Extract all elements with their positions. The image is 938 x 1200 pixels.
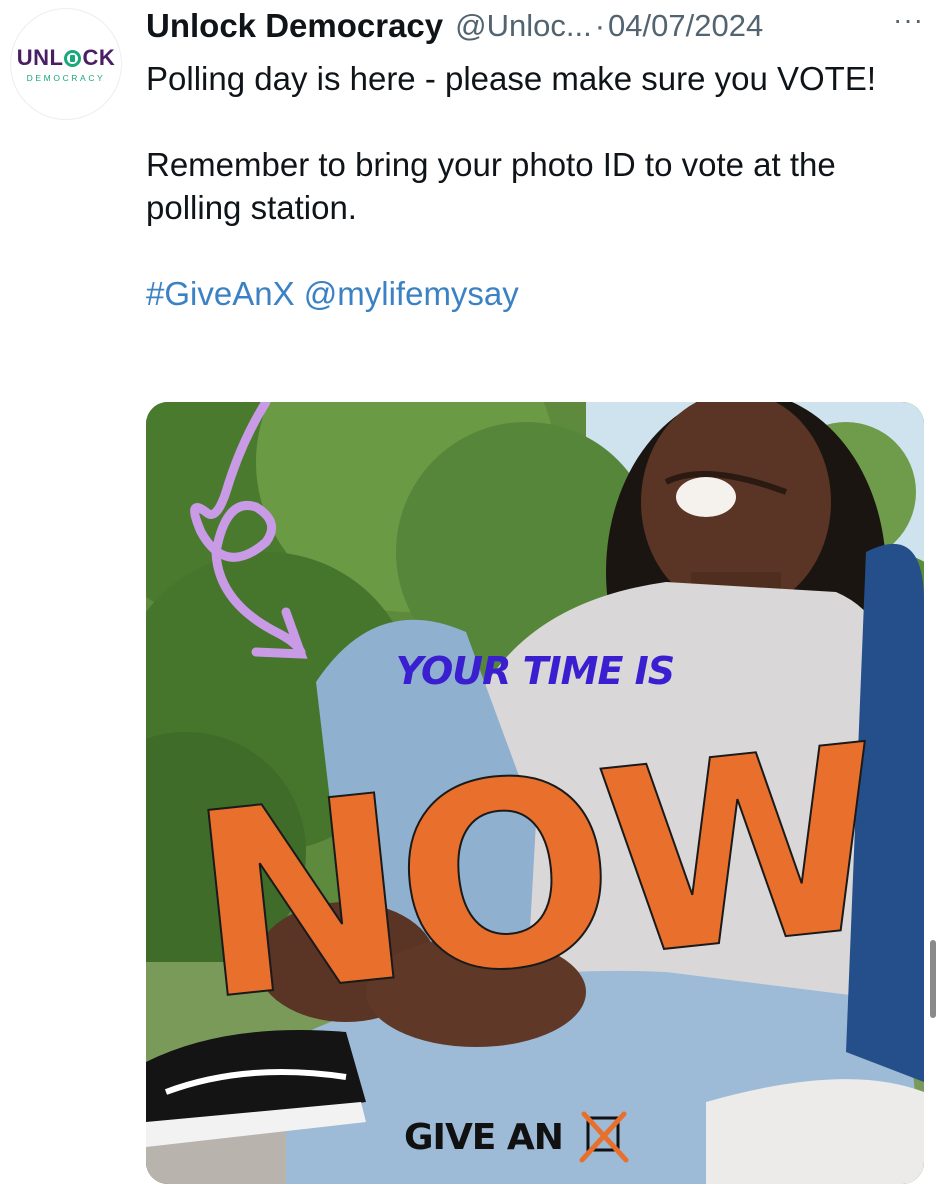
author-name[interactable]: Unlock Democracy (146, 7, 443, 45)
tweet-date[interactable]: 04/07/2024 (608, 8, 763, 44)
tweet-header: Unlock Democracy @Unloc... · 04/07/2024 … (146, 4, 924, 48)
author-handle[interactable]: @Unloc... (455, 8, 592, 44)
avatar-logo-text-end: CK (82, 45, 116, 70)
avatar-logo-subtext: DEMOCRACY (26, 73, 106, 83)
mention-link[interactable]: @mylifemysay (304, 275, 519, 312)
tweet-tags: #GiveAnX @mylifemysay (146, 272, 926, 315)
tweet-text-line-2: Remember to bring your photo ID to vote … (146, 146, 836, 226)
avatar-logo-wordmark: UNL CK (17, 45, 116, 71)
lock-icon (64, 49, 82, 67)
headline-text: YOUR TIME IS (396, 649, 674, 693)
scrollbar[interactable] (930, 940, 936, 1018)
separator: · (594, 8, 606, 43)
avatar[interactable]: UNL CK DEMOCRACY (10, 8, 122, 120)
more-options-icon[interactable]: ··· (893, 4, 924, 36)
tweet-text-line-1: Polling day is here - please make sure y… (146, 60, 877, 97)
avatar-logo-text-start: UNL (16, 45, 64, 70)
hashtag-link[interactable]: #GiveAnX (146, 275, 295, 312)
tweet-text: Polling day is here - please make sure y… (146, 57, 926, 315)
tweet-media-image[interactable]: YOUR TIME IS NOW GIVE AN (146, 402, 924, 1184)
footer-text: GIVE AN (404, 1117, 563, 1158)
